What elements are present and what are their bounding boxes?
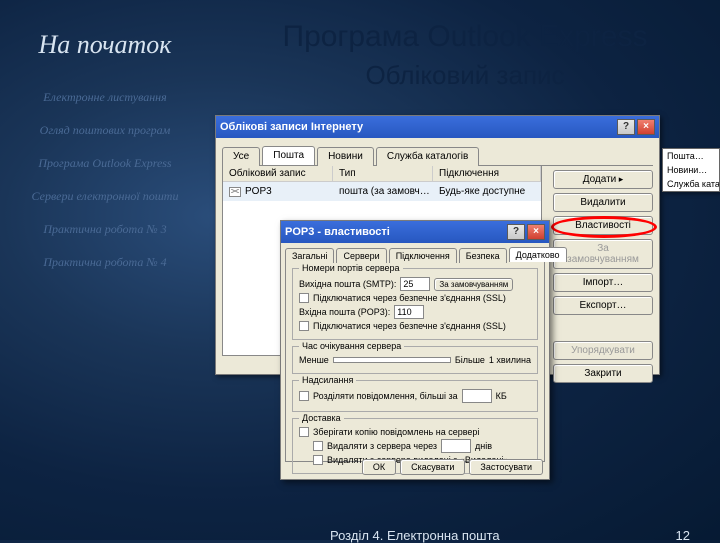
order-button: Упорядкувати <box>553 341 653 360</box>
group-send-title: Надсилання <box>299 375 356 385</box>
close-icon[interactable]: × <box>637 119 655 135</box>
close-icon[interactable]: × <box>527 224 545 240</box>
dropdown-news[interactable]: Новини… <box>663 163 719 177</box>
kb-label: КБ <box>496 391 507 401</box>
accounts-titlebar[interactable]: Облікові записи Інтернету ? × <box>216 116 659 138</box>
cancel-button[interactable]: Скасувати <box>400 459 465 475</box>
cell-conn: Будь-яке доступне <box>439 186 525 197</box>
col-conn[interactable]: Підключення <box>433 166 541 181</box>
footer-text: Розділ 4. Електронна пошта <box>330 528 500 543</box>
tab-directory[interactable]: Служба каталогів <box>376 147 479 166</box>
close-button[interactable]: Закрити <box>553 364 653 383</box>
pop3-label: Вхідна пошта (POP3): <box>299 307 390 317</box>
dropdown-mail[interactable]: Пошта… <box>663 149 719 163</box>
tab-servers[interactable]: Сервери <box>336 248 386 263</box>
pop3-port-input[interactable] <box>394 305 424 319</box>
tab-connection[interactable]: Підключення <box>389 248 457 263</box>
group-timeout-title: Час очікування сервера <box>299 341 404 351</box>
properties-button[interactable]: Властивості <box>553 216 653 235</box>
sidebar-item-2[interactable]: Програма Outlook Express <box>10 156 200 171</box>
ok-button[interactable]: ОК <box>362 459 396 475</box>
sidebar-title: На початок <box>10 30 200 60</box>
timeout-long: Більше <box>455 355 485 365</box>
accounts-title: Облікові записи Інтернету <box>220 121 363 133</box>
group-timeout: Час очікування сервера Менше Більше 1 хв… <box>292 346 538 374</box>
timeout-short: Менше <box>299 355 329 365</box>
pop3-ssl-label: Підключатися через безпечне з'єднання (S… <box>313 321 506 331</box>
sidebar-item-0[interactable]: Електронне листування <box>10 90 200 105</box>
page-title: Програма Outlook Express <box>220 20 710 54</box>
split-checkbox[interactable] <box>299 391 309 401</box>
timeout-slider[interactable] <box>333 357 451 363</box>
export-button[interactable]: Експорт… <box>553 296 653 315</box>
import-button[interactable]: Імпорт… <box>553 273 653 292</box>
list-item[interactable]: POP3 пошта (за замовч… Будь-яке доступне <box>223 182 541 201</box>
timeout-value: 1 хвилина <box>489 355 531 365</box>
tab-all[interactable]: Усе <box>222 147 260 166</box>
default-button: За замовчуванням <box>553 239 653 269</box>
group-send: Надсилання Розділяти повідомлення, більш… <box>292 380 538 412</box>
accounts-tabs: Усе Пошта Новини Служба каталогів <box>222 146 653 166</box>
group-delivery-title: Доставка <box>299 413 344 423</box>
props-tabs: Загальні Сервери Підключення Безпека Дод… <box>285 247 545 262</box>
leave-copy-checkbox[interactable] <box>299 427 309 437</box>
cell-type: пошта (за замовч… <box>339 186 439 197</box>
mail-icon <box>229 187 241 197</box>
cell-name: POP3 <box>245 186 339 197</box>
remove-after-label: Видаляти з сервера через <box>327 441 437 451</box>
sidebar-item-3[interactable]: Сервери електронної пошти <box>10 189 200 204</box>
sidebar-item-5[interactable]: Практична робота № 4 <box>10 255 200 270</box>
add-button[interactable]: Додати <box>553 170 653 189</box>
leave-copy-label: Зберігати копію повідомлень на сервері <box>313 427 479 437</box>
tab-general[interactable]: Загальні <box>285 248 334 263</box>
smtp-ssl-label: Підключатися через безпечне з'єднання (S… <box>313 293 506 303</box>
apply-button[interactable]: Застосувати <box>469 459 543 475</box>
smtp-ssl-checkbox[interactable] <box>299 293 309 303</box>
props-title: POP3 - властивості <box>285 226 390 238</box>
pop3-ssl-checkbox[interactable] <box>299 321 309 331</box>
footer-page: 12 <box>676 528 690 543</box>
split-size-input[interactable] <box>462 389 492 403</box>
help-icon[interactable]: ? <box>507 224 525 240</box>
group-ports: Номери портів сервера Вихідна пошта (SMT… <box>292 268 538 340</box>
list-header: Обліковий запис Тип Підключення <box>223 166 541 182</box>
sidebar-item-1[interactable]: Огляд поштових програм <box>10 123 200 138</box>
col-type[interactable]: Тип <box>333 166 433 181</box>
remove-deleted-checkbox[interactable] <box>313 455 323 465</box>
add-dropdown: Пошта… Новини… Служба каталогів… <box>662 148 720 192</box>
smtp-port-input[interactable] <box>400 277 430 291</box>
tab-mail[interactable]: Пошта <box>262 146 315 165</box>
dropdown-directory[interactable]: Служба каталогів… <box>663 177 719 191</box>
reset-ports-button[interactable]: За замовчуванням <box>434 278 513 291</box>
remove-days-input[interactable] <box>441 439 471 453</box>
split-label: Розділяти повідомлення, більші за <box>313 391 458 401</box>
tab-advanced[interactable]: Додатково <box>509 247 567 262</box>
tab-news[interactable]: Новини <box>317 147 374 166</box>
days-label: днів <box>475 441 492 451</box>
remove-button[interactable]: Видалити <box>553 193 653 212</box>
group-ports-title: Номери портів сервера <box>299 263 403 273</box>
help-icon[interactable]: ? <box>617 119 635 135</box>
sidebar-item-4[interactable]: Практична робота № 3 <box>10 222 200 237</box>
props-titlebar[interactable]: POP3 - властивості ? × <box>281 221 549 243</box>
properties-dialog: POP3 - властивості ? × Загальні Сервери … <box>280 220 550 480</box>
col-account[interactable]: Обліковий запис <box>223 166 333 181</box>
smtp-label: Вихідна пошта (SMTP): <box>299 279 396 289</box>
tab-security[interactable]: Безпека <box>459 248 507 263</box>
remove-after-checkbox[interactable] <box>313 441 323 451</box>
page-subtitle: Обліковий запис <box>220 60 710 91</box>
